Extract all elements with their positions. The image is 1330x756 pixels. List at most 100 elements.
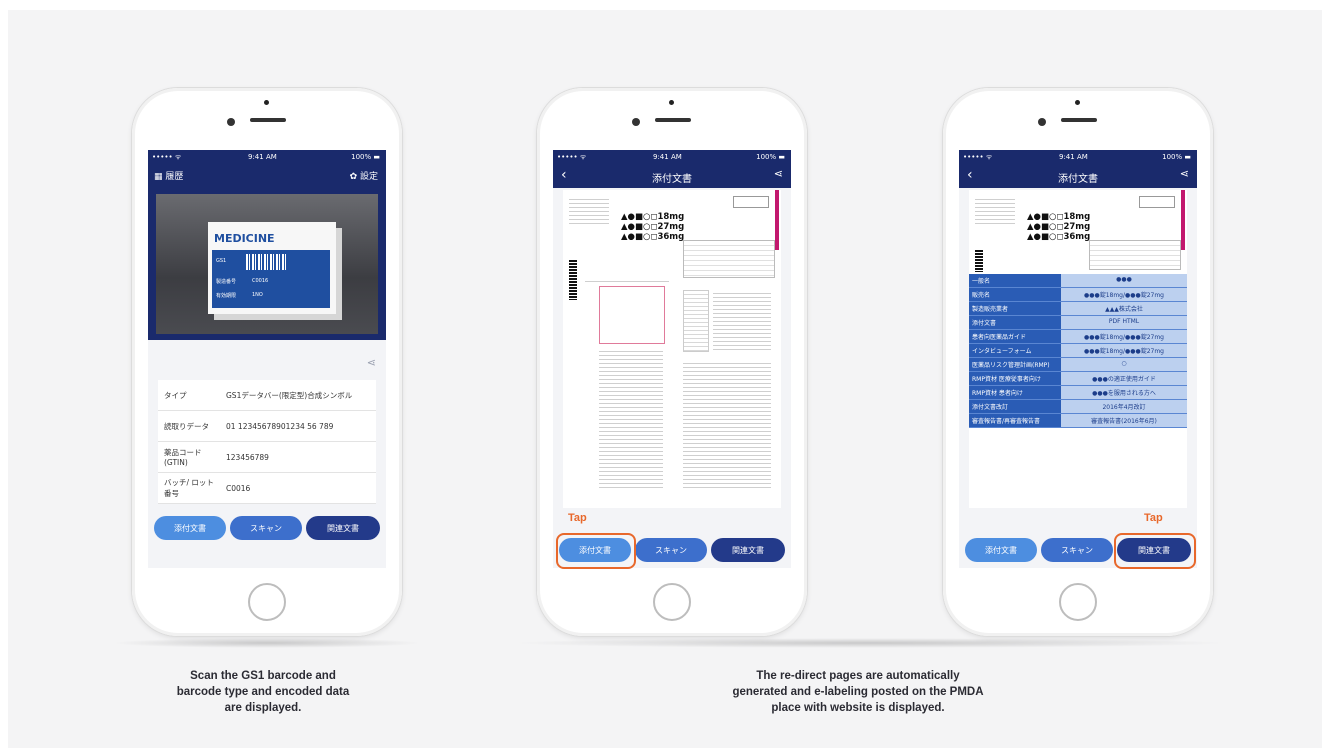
doc-product-lines: ▲●■○◻18mg ▲●■○◻27mg ▲●■○◻36mg: [1027, 212, 1090, 242]
doc-info-table: [1089, 240, 1181, 270]
table-row: タイプ GS1データバー(限定型)合成シンボル: [158, 380, 376, 411]
speaker: [655, 118, 691, 122]
doc-text-column: [599, 348, 663, 488]
row-key: RMP資材 患者向け: [969, 386, 1061, 399]
row-value[interactable]: ●●●錠18mg/●●●錠27mg: [1061, 288, 1187, 301]
history-icon: ▦: [154, 172, 166, 182]
related-document-button[interactable]: 関連文書: [711, 538, 785, 562]
attached-document-button[interactable]: 添付文書: [965, 538, 1037, 562]
row-key: 薬品コード (GTIN): [164, 448, 202, 467]
row-key: タイプ: [164, 390, 187, 400]
doc-color-bar: [775, 190, 779, 250]
tap-label-attached: Tap: [568, 512, 587, 524]
speaker: [250, 118, 286, 122]
row-key: 販売名: [969, 288, 1061, 301]
doc-text-column: [683, 360, 771, 488]
row-value: GS1データバー(限定型)合成シンボル: [226, 390, 353, 400]
settings-label: 設定: [359, 172, 378, 182]
history-button[interactable]: ▦ 履歴: [154, 169, 183, 182]
row-value[interactable]: ●●●を服用される方へ: [1061, 386, 1187, 399]
box-value-serial: C0016: [252, 278, 269, 284]
nav-title: 添付文書: [652, 174, 692, 185]
tap-highlight-related: [1114, 533, 1196, 569]
table-row: 添付文書 PDF HTML: [969, 316, 1187, 330]
share-icon[interactable]: ⋖: [1180, 167, 1189, 180]
row-value[interactable]: ●●●: [1061, 274, 1187, 287]
speaker: [1061, 118, 1097, 122]
sensor-dot: [264, 100, 269, 105]
related-document-button[interactable]: 関連文書: [306, 516, 380, 540]
scan-button[interactable]: スキャン: [1041, 538, 1113, 562]
doc-line: ▲●■○◻27mg: [621, 222, 685, 232]
caption-right: The re-direct pages are automatically ge…: [648, 668, 1068, 716]
doc-text-block: [585, 278, 669, 284]
floor-shadow: [112, 638, 422, 648]
doc-product-lines: ▲●■○◻18mg ▲●■○◻27mg ▲●■○◻36mg: [621, 212, 684, 242]
sensor-dot: [669, 100, 674, 105]
row-value[interactable]: 2016年4月改訂: [1061, 400, 1187, 413]
nav-title: 添付文書: [1058, 174, 1098, 185]
share-icon[interactable]: ⋖: [774, 167, 783, 180]
nav-bar: ‹ 添付文書 ⋖: [959, 164, 1197, 188]
doc-line: ▲●■○◻36mg: [621, 232, 685, 242]
camera: [1038, 118, 1046, 126]
row-key: 製造販売業者: [969, 302, 1061, 315]
row-value[interactable]: PDF HTML: [1061, 316, 1187, 329]
doc-line: ▲●■○◻36mg: [1027, 232, 1091, 242]
table-row: 薬品コード (GTIN) 123456789: [158, 442, 376, 473]
doc-header-box: [1139, 196, 1175, 208]
row-value[interactable]: ▲▲▲株式会社: [1061, 302, 1187, 315]
home-button[interactable]: [1059, 583, 1097, 621]
table-row: 販売名 ●●●錠18mg/●●●錠27mg: [969, 288, 1187, 302]
row-key: 一般名: [969, 274, 1061, 287]
row-value: 01 12345678901234 56 789: [226, 421, 334, 431]
signal-indicator: ••••• ᯤ: [557, 153, 587, 161]
row-key: 添付文書改訂: [969, 400, 1061, 413]
scan-button[interactable]: スキャン: [635, 538, 707, 562]
row-value[interactable]: ●●●の適正使用ガイド: [1061, 372, 1187, 385]
table-row: RMP資材 医療従事者向け ●●●の適正使用ガイド: [969, 372, 1187, 386]
clock: 9:41 AM: [1059, 153, 1088, 161]
status-bar: ••••• ᯤ 9:41 AM 100% ▬: [959, 150, 1197, 164]
table-row: 製造販売業者 ▲▲▲株式会社: [969, 302, 1187, 316]
doc-line: ▲●■○◻18mg: [621, 212, 685, 222]
attached-document-button[interactable]: 添付文書: [154, 516, 226, 540]
row-value: 123456789: [226, 452, 269, 462]
table-row: インタビューフォーム ●●●錠18mg/●●●錠27mg: [969, 344, 1187, 358]
signal-indicator: ••••• ᯤ: [963, 153, 993, 161]
table-row: 添付文書改訂 2016年4月改訂: [969, 400, 1187, 414]
table-row: 医薬品リスク管理計画(RMP) ○: [969, 358, 1187, 372]
gear-icon: ✿: [349, 172, 360, 182]
scan-button[interactable]: スキャン: [230, 516, 302, 540]
caption-line: generated and e-labeling posted on the P…: [732, 686, 984, 698]
doc-warning-box: [599, 286, 665, 344]
row-key: 読取りデータ: [164, 421, 209, 431]
signal-indicator: ••••• ᯤ: [152, 153, 182, 161]
screen-bottom: [148, 542, 386, 568]
clock: 9:41 AM: [248, 153, 277, 161]
related-docs-table: 一般名 ●●● 販売名 ●●●錠18mg/●●●錠27mg 製造販売業者 ▲▲▲株式会…: [969, 274, 1187, 428]
home-button[interactable]: [653, 583, 691, 621]
history-label: 履歴: [165, 172, 184, 182]
doc-barcode: [569, 260, 577, 300]
row-value[interactable]: 審査報告書(2016年6月): [1061, 414, 1187, 427]
doc-color-bar: [1181, 190, 1185, 250]
gs1-barcode: [246, 254, 286, 270]
caption-line: place with website is displayed.: [771, 702, 945, 714]
row-value[interactable]: ●●●錠18mg/●●●錠27mg: [1061, 344, 1187, 357]
nav-bar: ▦ 履歴 ✿ 設定: [148, 164, 386, 188]
document-page[interactable]: ▲●■○◻18mg ▲●■○◻27mg ▲●■○◻36mg 一般名 ●●● 販売名…: [969, 190, 1187, 508]
battery-indicator: 100% ▬: [756, 153, 785, 161]
table-row: 患者向医薬品ガイド ●●●錠18mg/●●●錠27mg: [969, 330, 1187, 344]
settings-button[interactable]: ✿ 設定: [350, 169, 378, 182]
tap-label-related: Tap: [1144, 512, 1163, 524]
screen: ••••• ᯤ 9:41 AM 100% ▬ ▦ 履歴 ✿ 設定 MEDICIN…: [148, 150, 386, 568]
sensor-dot: [1075, 100, 1080, 105]
caption-line: are displayed.: [224, 702, 302, 714]
home-button[interactable]: [248, 583, 286, 621]
document-page[interactable]: ▲●■○◻18mg ▲●■○◻27mg ▲●■○◻36mg: [563, 190, 781, 508]
share-icon[interactable]: ⋖: [367, 356, 376, 369]
row-value[interactable]: ●●●錠18mg/●●●錠27mg: [1061, 330, 1187, 343]
row-value[interactable]: ○: [1061, 358, 1187, 371]
doc-line: ▲●■○◻27mg: [1027, 222, 1091, 232]
